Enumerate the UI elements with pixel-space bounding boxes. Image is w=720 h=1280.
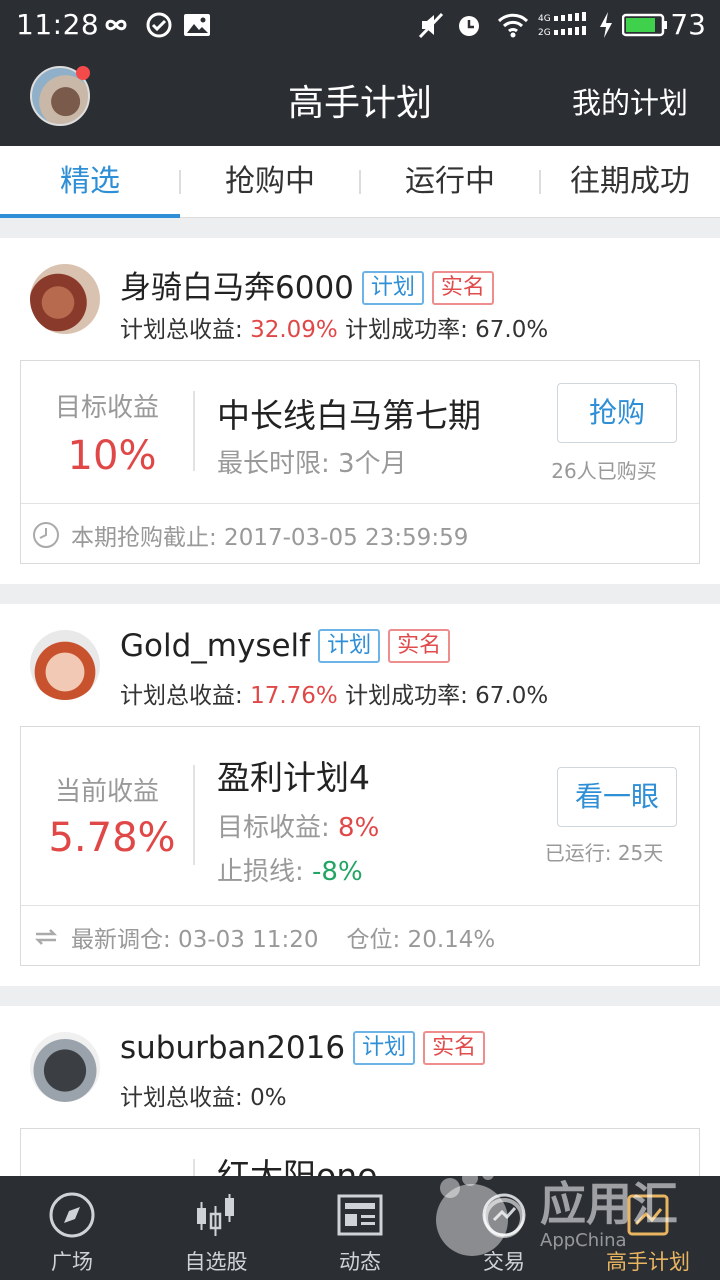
- battery-icon: [622, 13, 667, 37]
- divider: [193, 765, 195, 865]
- target-return: 目标收益: 8%: [217, 813, 380, 843]
- nav-square[interactable]: 广场: [0, 1176, 144, 1280]
- author-avatar[interactable]: [30, 264, 100, 334]
- tab-past-success[interactable]: 往期成功: [540, 146, 720, 218]
- plan-box[interactable]: 红太阳one: [20, 1128, 700, 1176]
- running-days: 已运行: 25天: [544, 841, 664, 865]
- mute-icon: [418, 12, 444, 39]
- tab-buying[interactable]: 抢购中: [180, 146, 360, 218]
- verified-tag: 实名: [431, 271, 494, 305]
- verified-tag: 实名: [423, 1031, 486, 1065]
- plan-box[interactable]: 当前收益 5.78% 盈利计划4 目标收益: 8% 止损线: -8% 看一眼 已…: [20, 726, 700, 966]
- check-circle-icon: [146, 12, 172, 38]
- plan-tag: 计划: [318, 629, 381, 663]
- my-plan-link[interactable]: 我的计划: [572, 80, 688, 122]
- nav-trade[interactable]: 交易: [432, 1176, 576, 1280]
- bottom-nav: 广场 自选股 动态 交易 高手计划: [0, 1176, 720, 1280]
- svg-text:4G: 4G: [538, 14, 551, 24]
- plan-footer: 本期抢购截止: 2017-03-05 23:59:59: [21, 503, 699, 563]
- current-return-value: 5.78%: [48, 815, 176, 861]
- target-return-label: 目标收益: [54, 393, 159, 423]
- total-return: 0%: [250, 1085, 287, 1111]
- deadline-text: 本期抢购截止: 2017-03-05 23:59:59: [71, 525, 469, 551]
- battery-level: 73: [670, 8, 706, 41]
- wifi-icon: [497, 13, 529, 38]
- author-name[interactable]: Gold_myself 计划 实名: [120, 628, 451, 664]
- tab-bar: 精选 抢购中 运行中 往期成功: [0, 146, 720, 218]
- plan-name: 盈利计划4: [217, 758, 370, 797]
- buy-button[interactable]: 抢购: [557, 383, 677, 443]
- plan-name: 中长线白马第七期: [217, 396, 481, 435]
- author-stats: 计划总收益: 0%: [120, 1085, 287, 1111]
- current-return-label: 当前收益: [54, 777, 159, 807]
- candlestick-icon: [197, 1194, 234, 1236]
- stop-loss: 止损线: -8%: [217, 857, 363, 887]
- plan-card[interactable]: suburban2016 计划 实名 计划总收益: 0% 红太阳one: [0, 1006, 720, 1176]
- total-return: 17.76%: [250, 683, 338, 709]
- tab-featured[interactable]: 精选: [0, 146, 180, 218]
- signal-icon: 4G 2G: [538, 12, 586, 38]
- plan-tag: 计划: [361, 271, 424, 305]
- success-rate: 67.0%: [475, 683, 549, 709]
- news-icon: [337, 1194, 383, 1236]
- tab-running[interactable]: 运行中: [360, 146, 540, 218]
- divider: [193, 391, 195, 471]
- title-bar: 高手计划 我的计划: [0, 52, 720, 146]
- status-bar: 11:28 4G 2G 73: [0, 0, 720, 52]
- plan-footer: 最新调仓: 03-03 11:20 仓位: 20.14%: [21, 905, 699, 965]
- compass-icon: [49, 1192, 95, 1238]
- clock-icon: [33, 522, 59, 548]
- plan-icon: [627, 1194, 669, 1236]
- author-avatar[interactable]: [30, 630, 100, 700]
- rebalance-text: 最新调仓: 03-03 11:20 仓位: 20.14%: [71, 927, 496, 953]
- author-avatar[interactable]: [30, 1032, 100, 1102]
- status-time: 11:28: [16, 8, 100, 41]
- plan-name: 红太阳one: [217, 1156, 378, 1176]
- nav-feed[interactable]: 动态: [288, 1176, 432, 1280]
- success-rate: 67.0%: [475, 317, 549, 343]
- verified-tag: 实名: [388, 629, 451, 663]
- plan-card[interactable]: Gold_myself 计划 实名 计划总收益: 17.76% 计划成功率: 67.…: [0, 604, 720, 986]
- author-name[interactable]: suburban2016 计划 实名: [120, 1030, 486, 1066]
- active-tab-indicator: [0, 214, 180, 218]
- author-name[interactable]: 身骑白马奔6000 计划 实名: [120, 262, 494, 307]
- image-icon: [184, 14, 210, 36]
- alarm-icon: [459, 16, 479, 36]
- buyers-count: 26人已购买: [551, 459, 657, 483]
- nav-expert-plan[interactable]: 高手计划: [576, 1176, 720, 1280]
- position-text: 仓位: 20.14%: [346, 927, 496, 953]
- total-return: 32.09%: [250, 317, 338, 343]
- nav-watchlist[interactable]: 自选股: [144, 1176, 288, 1280]
- divider: [193, 1159, 195, 1176]
- author-stats: 计划总收益: 32.09% 计划成功率: 67.0%: [120, 317, 549, 343]
- plan-card[interactable]: 身骑白马奔6000 计划 实名 计划总收益: 32.09% 计划成功率: 67.0%…: [0, 238, 720, 584]
- max-duration: 最长时限: 3个月: [217, 449, 407, 479]
- infinity-icon: [105, 19, 127, 31]
- target-return-value: 10%: [67, 433, 157, 479]
- refresh-icon: [34, 929, 58, 945]
- view-button[interactable]: 看一眼: [557, 767, 677, 827]
- charging-icon: [600, 12, 612, 38]
- plan-tag: 计划: [353, 1031, 416, 1065]
- author-stats: 计划总收益: 17.76% 计划成功率: 67.0%: [120, 683, 549, 709]
- svg-text:2G: 2G: [538, 28, 551, 38]
- trade-icon: [482, 1193, 526, 1237]
- plan-box[interactable]: 目标收益 10% 中长线白马第七期 最长时限: 3个月 抢购 26人已购买 本期…: [20, 360, 700, 564]
